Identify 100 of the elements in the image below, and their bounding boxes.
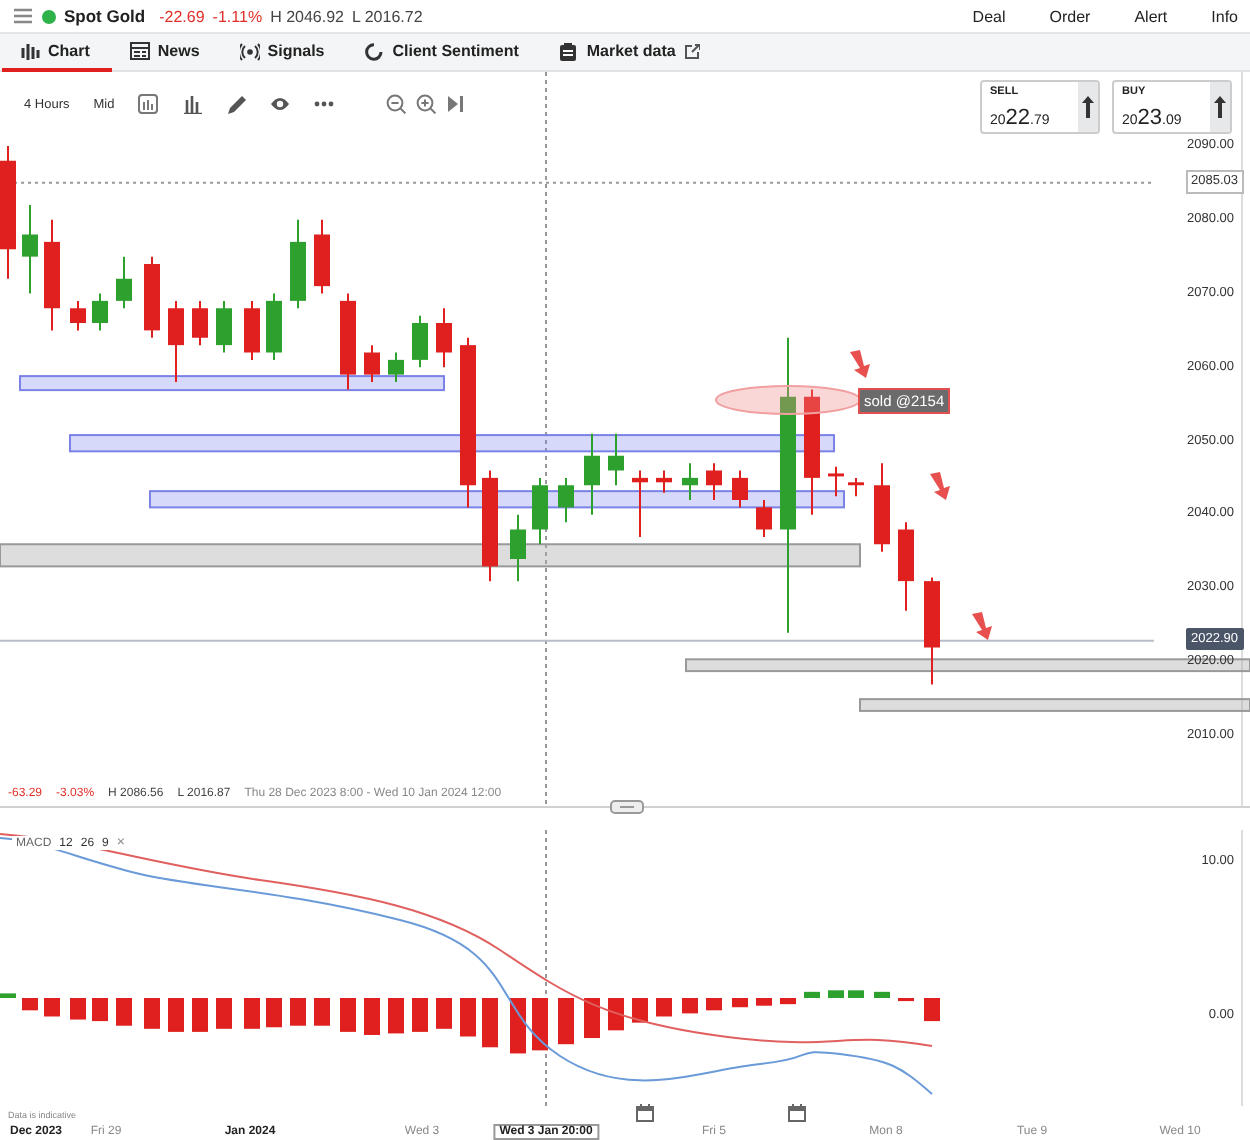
histogram-bar: [706, 998, 722, 1011]
calendar-icon[interactable]: [788, 1104, 806, 1122]
candlestick: [192, 299, 208, 347]
histogram-bar: [848, 990, 864, 998]
histogram-bar: [412, 998, 428, 1032]
refresh-icon: [364, 41, 385, 61]
histogram-bar: [340, 998, 356, 1032]
instrument-name: Spot Gold: [64, 6, 146, 26]
candlestick: [340, 292, 356, 391]
histogram-bar: [780, 998, 796, 1005]
tab[interactable]: News: [111, 34, 222, 72]
histogram-bar: [144, 998, 160, 1029]
candlestick: [924, 576, 940, 686]
histogram-bar: [168, 998, 184, 1032]
up-arrow-icon: [1082, 96, 1094, 118]
status-dot-icon: [42, 9, 56, 23]
histogram-bar: [510, 998, 526, 1054]
candlestick: [266, 292, 282, 361]
histogram-bar: [482, 998, 498, 1048]
tab[interactable]: Client Sentiment: [346, 34, 541, 72]
arrow-icon: [972, 612, 992, 640]
menu-icon[interactable]: [12, 6, 34, 26]
histogram-bar: [0, 993, 16, 998]
arrow-icon: [850, 350, 870, 378]
menu-link[interactable]: Deal: [972, 7, 1006, 25]
candlestick: [116, 255, 132, 310]
candlestick: [706, 462, 722, 501]
candlestick: [44, 218, 60, 332]
skip-to-end-icon[interactable]: [446, 94, 467, 114]
external-link-icon: [683, 43, 700, 59]
histogram-bar: [460, 998, 476, 1037]
candlestick: [898, 521, 914, 612]
candlestick: [70, 299, 86, 332]
candlestick: [22, 204, 38, 295]
price-change: -22.69: [159, 7, 205, 25]
candles-icon: [20, 41, 40, 61]
tab[interactable]: Signals: [221, 34, 347, 72]
histogram-bar: [70, 998, 86, 1020]
percent-change: -1.11%: [212, 7, 263, 25]
candlestick: [92, 292, 108, 332]
eye-icon[interactable]: [270, 94, 291, 114]
histogram-bar: [608, 998, 624, 1031]
pencil-icon[interactable]: [226, 94, 247, 114]
chart-type-icon[interactable]: [138, 94, 159, 114]
menu-link[interactable]: Info: [1211, 7, 1238, 25]
arrow-icon: [930, 472, 950, 500]
histogram-bar: [436, 998, 452, 1029]
histogram-bar: [584, 998, 600, 1039]
menu-link[interactable]: Order: [1049, 7, 1091, 25]
clipboard-icon: [558, 41, 579, 61]
histogram-bar: [116, 998, 132, 1026]
candlestick: [632, 469, 648, 538]
candlestick: [314, 218, 330, 295]
histogram-bar: [92, 998, 108, 1022]
candlestick: [144, 255, 160, 339]
histogram-bar: [656, 998, 672, 1017]
histogram-bar: [244, 998, 260, 1029]
signal-icon: [239, 41, 260, 61]
candlestick: [828, 465, 844, 498]
candlestick: [388, 351, 404, 383]
histogram-bar: [216, 998, 232, 1029]
histogram-bar: [828, 990, 844, 998]
candlestick: [584, 432, 600, 516]
histogram-bar: [290, 998, 306, 1026]
histogram-bar: [532, 998, 548, 1051]
candlestick: [364, 344, 380, 383]
candlestick: [216, 299, 232, 354]
histogram-bar: [924, 998, 940, 1022]
zoom-in-icon[interactable]: [416, 94, 437, 114]
candlestick: [558, 476, 574, 524]
high-price: H 2046.92: [270, 7, 344, 25]
menu-link[interactable]: Alert: [1134, 7, 1168, 25]
histogram-bar: [756, 998, 772, 1006]
candlestick: [244, 299, 260, 361]
candlestick: [732, 469, 748, 509]
newspaper-icon: [129, 41, 150, 61]
candlestick: [532, 476, 548, 546]
histogram-bar: [804, 991, 820, 998]
histogram-bar: [22, 998, 38, 1011]
candlestick: [168, 299, 184, 383]
candlestick: [436, 307, 452, 369]
up-arrow-icon: [1214, 96, 1226, 118]
candlestick: [482, 469, 498, 583]
resize-handle-icon[interactable]: [610, 800, 644, 814]
candlestick: [682, 462, 698, 501]
candlestick: [756, 499, 772, 538]
low-price: L 2016.72: [351, 7, 423, 25]
histogram-bar: [388, 998, 404, 1034]
histogram-bar: [558, 998, 574, 1045]
zoom-out-icon[interactable]: [386, 94, 407, 114]
histogram-bar: [192, 998, 208, 1032]
histogram-bar: [632, 998, 648, 1023]
tab[interactable]: Market data: [540, 34, 722, 72]
histogram-bar: [364, 998, 380, 1035]
candlestick: [608, 432, 624, 487]
calendar-icon[interactable]: [636, 1104, 654, 1122]
tab[interactable]: Chart: [2, 34, 112, 72]
candlestick: [290, 218, 306, 310]
bar-chart-icon[interactable]: [182, 94, 203, 114]
candlestick: [510, 513, 526, 583]
